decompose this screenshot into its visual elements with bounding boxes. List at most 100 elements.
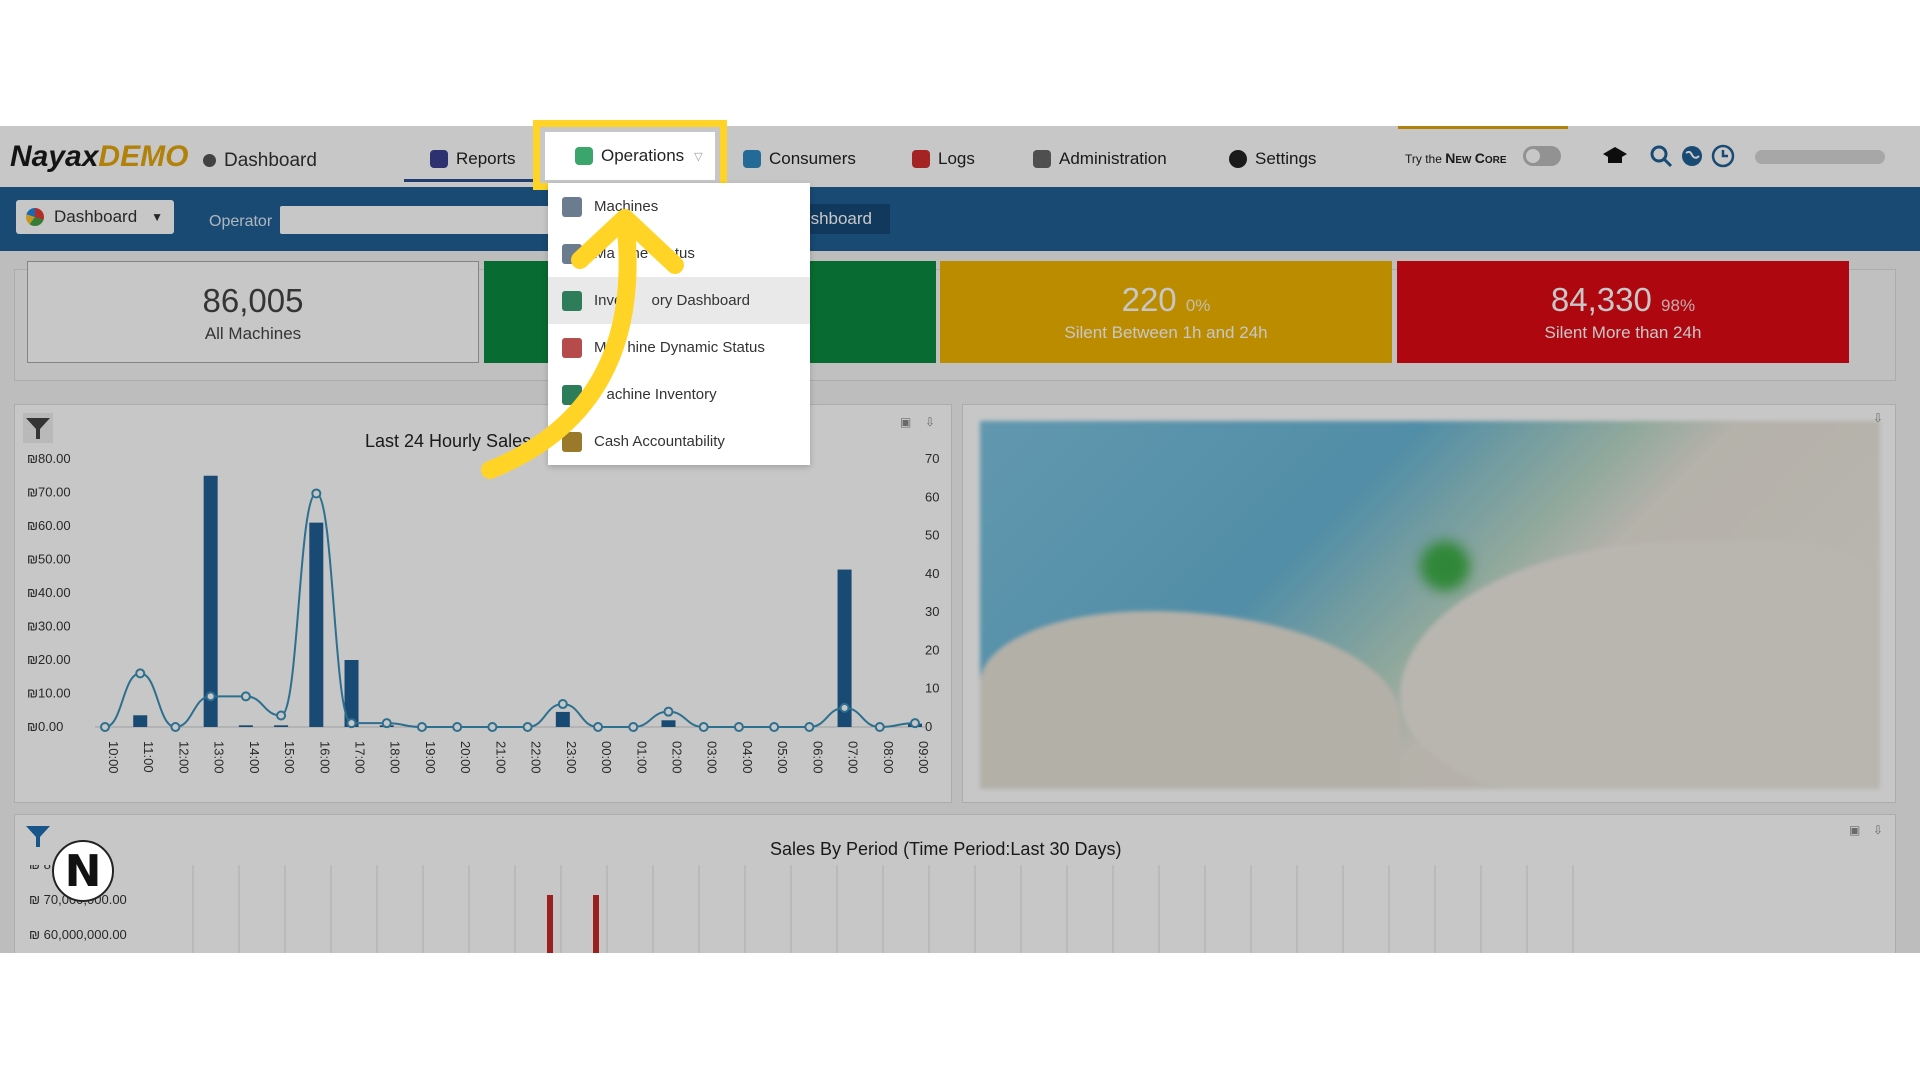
y-left-tick-label: ₪80.00	[27, 451, 71, 466]
transactions-point	[769, 722, 780, 732]
clock-icon[interactable]	[1710, 143, 1736, 169]
map-download-icon[interactable]: ⇩	[1873, 411, 1883, 425]
sales-by-period-chart: ₪ 8 .00₪ 70,000,000.00₪ 60,000,000.00	[29, 865, 1574, 953]
transactions-point	[205, 691, 216, 702]
x-tick-label: 12:00	[176, 741, 191, 774]
transactions-point	[135, 668, 146, 679]
transactions-point	[346, 718, 357, 729]
x-tick-label: 18:00	[388, 741, 403, 774]
x-tick-label: 04:00	[740, 741, 755, 774]
y-right-tick-label: 60	[925, 489, 939, 504]
download-icon[interactable]: ⇩	[1873, 823, 1883, 837]
operator-input[interactable]	[280, 206, 550, 234]
user-account-blurred[interactable]	[1755, 150, 1885, 164]
logs-icon	[912, 150, 930, 168]
nav-consumers[interactable]: Consumers	[743, 146, 856, 172]
nav-administration[interactable]: Administration	[1033, 146, 1167, 172]
filter-icon[interactable]	[23, 821, 53, 851]
dashboard-dot-icon	[203, 154, 216, 167]
nav-reports[interactable]: Reports	[430, 146, 516, 172]
x-tick-label: 13:00	[212, 741, 227, 774]
x-tick-label: 16:00	[317, 741, 332, 774]
transactions-point	[311, 488, 322, 499]
transactions-point	[522, 722, 533, 732]
download-icon[interactable]: ⇩	[925, 415, 935, 429]
y-left-tick-label: ₪10.00	[27, 686, 71, 701]
screenshot-icon[interactable]: ▣	[1849, 823, 1860, 837]
nav-reports-underline	[404, 179, 536, 182]
transactions-point	[663, 706, 674, 717]
hourly-sales-panel: Last 24 Hourly Sales ▣ ⇩ ₪0.00 ₪10.00 ₪20.…	[14, 404, 952, 803]
y-right-tick-label: 40	[925, 566, 939, 581]
app-window: NayaxDEMO Dashboard Reports Consumers Lo…	[0, 126, 1920, 953]
transactions-point	[381, 718, 392, 729]
transactions-point	[276, 710, 287, 721]
y-right-tick-label: 10	[925, 681, 939, 696]
machine-cluster-marker[interactable]	[1420, 541, 1470, 591]
transactions-point	[416, 722, 427, 732]
search-icon[interactable]	[1648, 143, 1674, 169]
transactions-point	[593, 722, 604, 732]
dashboard-select[interactable]: Dashboard ▼	[16, 200, 174, 234]
tile-silent-more-24h[interactable]: 84,330 98% Silent More than 24h	[1397, 261, 1849, 363]
pie-chart-icon	[26, 208, 44, 226]
transactions-point	[874, 722, 885, 732]
menu-item-cash-accountability[interactable]: Cash Accountability	[548, 418, 810, 465]
screenshot-icon[interactable]: ▣	[900, 415, 911, 429]
try-new-core-label: Try the New Core	[1405, 150, 1507, 166]
x-tick-label: 22:00	[529, 741, 544, 774]
x-tick-label: 01:00	[634, 741, 649, 774]
machines-map[interactable]	[980, 421, 1880, 789]
transactions-point	[628, 722, 639, 732]
y-right-tick-label: 30	[925, 604, 939, 619]
x-tick-label: 19:00	[423, 741, 438, 774]
inventory-dashboard-icon	[562, 290, 582, 311]
menu-item-machines[interactable]: Machines	[548, 183, 810, 230]
operations-dropdown-menu: Machines Ma ne Status Inve ory Dashboard…	[548, 183, 810, 465]
x-tick-label: 08:00	[881, 741, 896, 774]
transactions-point	[100, 722, 110, 732]
transactions-point	[557, 699, 568, 710]
period-bar	[593, 895, 599, 953]
tile-silent-1h-24h[interactable]: 220 0% Silent Between 1h and 24h	[940, 261, 1392, 363]
sales-bar	[274, 725, 289, 727]
menu-item-machine-dynamic-status[interactable]: M hine Dynamic Status	[548, 324, 810, 371]
menu-item-inventory-dashboard[interactable]: Inve ory Dashboard	[548, 277, 810, 324]
nav-settings[interactable]: Settings	[1229, 146, 1316, 172]
sales-by-period-title: Sales By Period (Time Period:Last 30 Day…	[770, 839, 1122, 859]
transactions-point	[910, 718, 920, 729]
filter-icon[interactable]	[23, 413, 53, 443]
transactions-point	[452, 722, 463, 732]
sales-bar	[555, 711, 570, 727]
x-tick-label: 07:00	[846, 741, 861, 774]
y-right-tick-label: 20	[925, 642, 939, 657]
dashboard-toolbar: Dashboard ▼ Operator shboard	[0, 187, 1920, 251]
graduation-cap-icon[interactable]	[1602, 143, 1628, 169]
y-right-tick-label: 50	[925, 528, 939, 543]
nayax-logo[interactable]: NayaxDEMO	[10, 140, 188, 174]
globe-icon[interactable]	[1679, 143, 1705, 169]
reports-icon	[430, 150, 448, 168]
tile-all-machines[interactable]: 86,005 All Machines	[27, 261, 479, 363]
y-left-tick-label: ₪50.00	[27, 552, 71, 567]
new-core-toggle[interactable]	[1523, 146, 1561, 166]
caret-down-icon: ▼	[151, 210, 164, 224]
nav-logs[interactable]: Logs	[912, 146, 975, 172]
x-tick-label: 02:00	[669, 741, 684, 774]
x-tick-label: 17:00	[353, 741, 368, 774]
transactions-point	[839, 702, 850, 713]
y-left-tick-label: ₪60.00	[27, 518, 71, 533]
administration-icon	[1033, 150, 1051, 168]
x-tick-label: 23:00	[564, 741, 579, 774]
hourly-sales-chart: ₪0.00 ₪10.00 ₪20.00 ₪30.00 ₪40.00 ₪50.00 ₪60.0…	[27, 451, 939, 774]
x-tick-label: 03:00	[705, 741, 720, 774]
map-panel: ⇩	[962, 404, 1896, 803]
sales-bar	[238, 725, 253, 727]
x-tick-label: 15:00	[282, 741, 297, 774]
y-right-tick-label: 0	[925, 719, 932, 734]
nayax-watermark-icon: N	[52, 840, 114, 902]
transactions-point	[698, 722, 709, 732]
menu-item-machine-inventory[interactable]: achine Inventory	[548, 371, 810, 418]
menu-item-machine-status[interactable]: Ma ne Status	[548, 230, 810, 277]
transactions-point	[170, 722, 181, 732]
